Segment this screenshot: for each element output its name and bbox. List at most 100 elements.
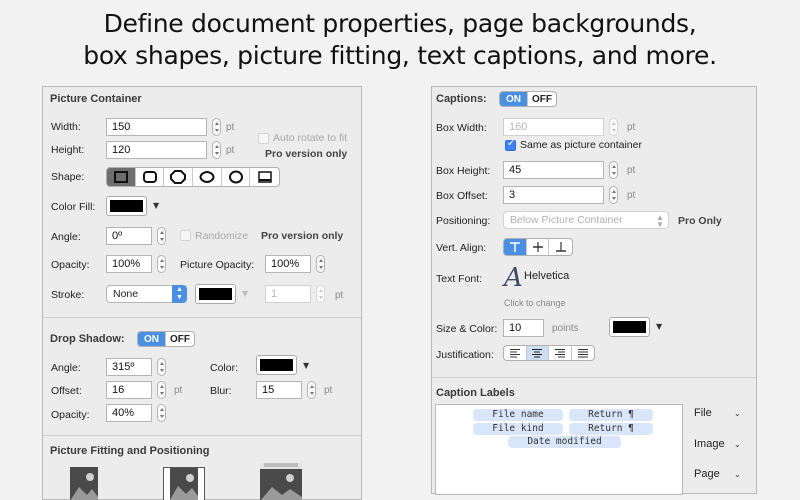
file-menu-label[interactable]: File <box>694 407 712 419</box>
color-fill-swatch[interactable] <box>106 196 147 216</box>
width-stepper[interactable] <box>212 118 221 136</box>
caption-labels-editor[interactable]: File name Return ¶ File kind Return ¶ Da… <box>435 404 683 495</box>
stroke-width-field[interactable]: 1 <box>265 285 311 303</box>
box-height-unit: pt <box>627 165 636 176</box>
fill-option-thumbnail[interactable] <box>163 467 205 500</box>
vert-align-selector[interactable] <box>503 238 573 256</box>
justification-selector[interactable] <box>503 345 595 361</box>
color-fill-chip <box>110 200 143 212</box>
chevron-down-icon[interactable]: ⌄ <box>734 440 741 449</box>
box-height-stepper[interactable] <box>609 161 618 179</box>
drop-shadow-off[interactable]: OFF <box>166 332 194 346</box>
angle-stepper[interactable] <box>157 227 166 245</box>
wavy-icon[interactable] <box>193 168 222 186</box>
fit-option-thumbnail[interactable] <box>70 467 98 500</box>
height-stepper[interactable] <box>212 141 221 159</box>
height-unit: pt <box>226 145 235 156</box>
rounded-square-icon[interactable] <box>136 168 165 186</box>
align-top-icon[interactable] <box>504 239 527 255</box>
align-right-icon[interactable] <box>549 346 572 360</box>
octagon-icon[interactable] <box>164 168 194 186</box>
shadow-blur-stepper[interactable] <box>307 381 316 399</box>
shadow-color-chip <box>260 359 293 371</box>
size-color-label: Size & Color: <box>436 323 498 335</box>
token-file-kind[interactable]: File kind <box>473 423 563 435</box>
image-menu-label[interactable]: Image <box>694 438 725 450</box>
shadow-angle-stepper[interactable] <box>157 358 166 376</box>
picture-opacity-field[interactable]: 100% <box>265 255 311 273</box>
font-name[interactable]: Helvetica <box>524 270 569 282</box>
chevron-down-icon[interactable]: ⌄ <box>734 470 741 479</box>
token-return[interactable]: Return ¶ <box>569 423 653 435</box>
box-offset-field[interactable]: 3 <box>503 186 604 204</box>
frame-icon[interactable] <box>250 168 279 186</box>
chevron-down-icon[interactable]: ▼ <box>656 322 662 331</box>
drop-shadow-toggle[interactable]: ON OFF <box>137 331 195 347</box>
opacity-field[interactable]: 100% <box>106 255 152 273</box>
click-to-change-hint: Click to change <box>504 298 566 308</box>
angle-field[interactable]: 0º <box>106 227 152 245</box>
align-justify-icon[interactable] <box>572 346 594 360</box>
opacity-stepper[interactable] <box>157 255 166 273</box>
shadow-opacity-stepper[interactable] <box>157 404 166 422</box>
page-menu-label[interactable]: Page <box>694 468 720 480</box>
positioning-label: Positioning: <box>436 215 491 227</box>
chevron-down-icon[interactable]: ▼ <box>153 201 159 210</box>
chevron-down-icon[interactable]: ▼ <box>242 289 248 298</box>
align-left-icon[interactable] <box>504 346 527 360</box>
stroke-popup[interactable]: None ▲ ▼ <box>106 285 187 303</box>
captions-toggle[interactable]: ON OFF <box>499 91 557 107</box>
stroke-color-swatch[interactable] <box>195 284 236 304</box>
align-center-icon[interactable] <box>526 346 549 360</box>
randomize-label: Randomize <box>195 230 249 242</box>
shadow-angle-field[interactable]: 315º <box>106 358 152 376</box>
picture-fitting-title: Picture Fitting and Positioning <box>50 445 210 457</box>
shadow-blur-field[interactable]: 15 <box>256 381 302 399</box>
box-width-field[interactable]: 160 <box>503 118 604 136</box>
chevron-down-icon[interactable]: ▼ <box>303 361 309 370</box>
box-height-field[interactable]: 45 <box>503 161 604 179</box>
font-size-field[interactable]: 10 <box>503 319 544 337</box>
stretch-option-thumbnail[interactable] <box>260 463 302 500</box>
captions-off[interactable]: OFF <box>528 92 556 106</box>
shadow-offset-unit: pt <box>174 385 183 396</box>
square-icon[interactable] <box>107 168 136 186</box>
box-width-stepper[interactable] <box>609 118 618 136</box>
box-offset-stepper[interactable] <box>609 186 618 204</box>
color-fill-label: Color Fill: <box>51 201 96 213</box>
align-middle-icon[interactable] <box>527 239 550 255</box>
width-label: Width: <box>51 121 81 133</box>
captions-on[interactable]: ON <box>500 92 529 106</box>
token-return[interactable]: Return ¶ <box>569 409 653 421</box>
shape-selector[interactable] <box>106 167 280 187</box>
shadow-offset-field[interactable]: 16 <box>106 381 152 399</box>
randomize-checkbox[interactable] <box>180 230 191 241</box>
box-offset-label: Box Offset: <box>436 190 488 202</box>
width-field[interactable]: 150 <box>106 118 207 136</box>
shadow-color-swatch[interactable] <box>256 355 297 375</box>
section-divider <box>43 317 361 318</box>
height-field[interactable]: 120 <box>106 141 207 159</box>
auto-rotate-checkbox[interactable] <box>258 133 269 144</box>
token-date-modified[interactable]: Date modified <box>508 436 621 448</box>
picture-opacity-stepper[interactable] <box>316 255 325 273</box>
drop-shadow-on[interactable]: ON <box>138 332 167 346</box>
section-divider <box>43 435 361 436</box>
positioning-popup[interactable]: Below Picture Container ▲ ▼ <box>503 211 669 229</box>
circle-icon[interactable] <box>222 168 251 186</box>
token-file-name[interactable]: File name <box>473 409 563 421</box>
same-as-container-checkbox[interactable] <box>505 138 516 151</box>
chevron-down-icon[interactable]: ⌄ <box>734 409 741 418</box>
box-offset-unit: pt <box>627 190 636 201</box>
vert-align-label: Vert. Align: <box>436 242 487 254</box>
positioning-popup-value: Below Picture Container <box>510 214 623 226</box>
shadow-offset-stepper[interactable] <box>157 381 166 399</box>
stroke-popup-value: None <box>113 288 139 300</box>
align-bottom-icon[interactable] <box>549 239 572 255</box>
picture-opacity-label: Picture Opacity: <box>180 259 255 271</box>
stroke-width-stepper[interactable] <box>316 285 325 303</box>
caption-color-swatch[interactable] <box>609 317 650 337</box>
headline: Define document properties, page backgro… <box>0 8 800 72</box>
font-glyph-icon[interactable]: A <box>504 263 523 293</box>
shadow-opacity-field[interactable]: 40% <box>106 404 152 422</box>
